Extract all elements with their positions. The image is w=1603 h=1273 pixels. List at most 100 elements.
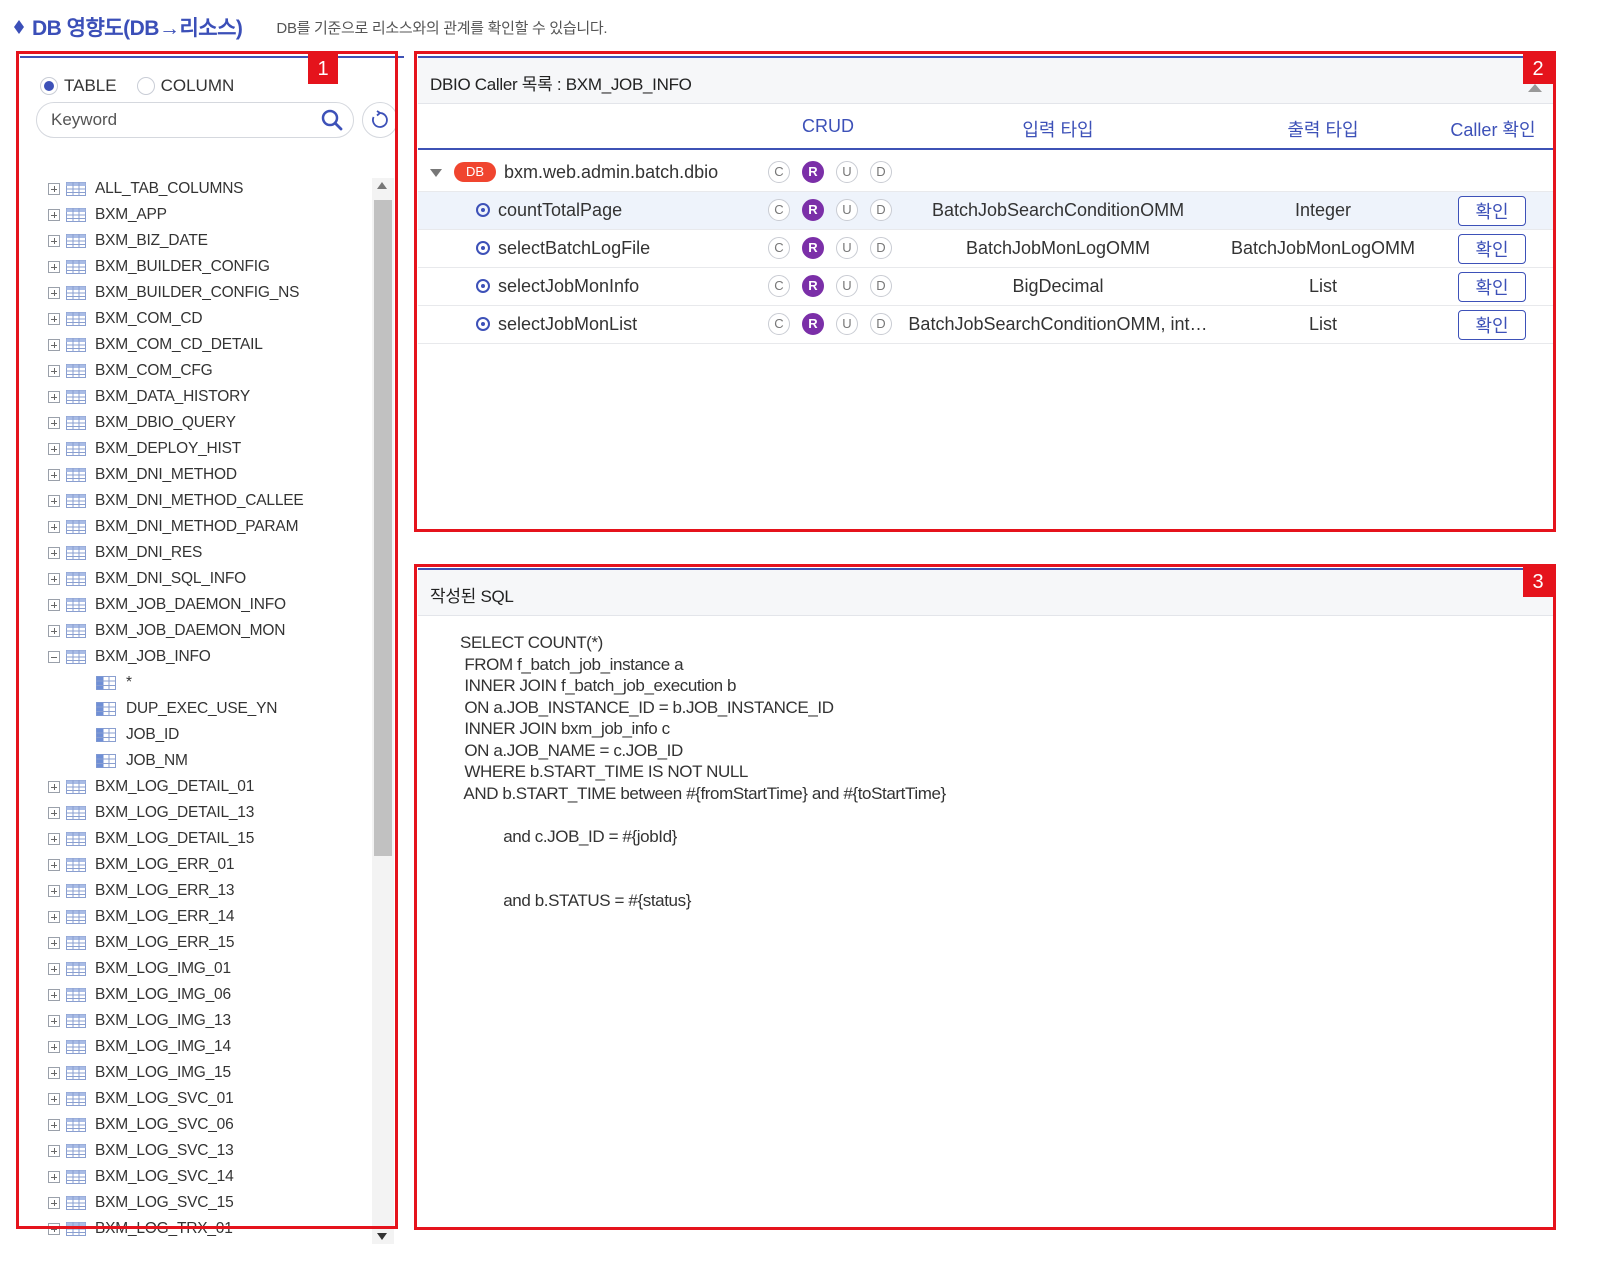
tree-item-table[interactable]: BXM_BUILDER_CONFIG [48, 254, 270, 280]
tree-item-table[interactable]: BXM_LOG_IMG_14 [48, 1034, 231, 1060]
tree-item-table[interactable]: BXM_LOG_SVC_14 [48, 1164, 234, 1190]
tree-item-table[interactable]: BXM_DNI_SQL_INFO [48, 566, 246, 592]
expand-icon[interactable] [48, 859, 60, 871]
radio-column[interactable] [136, 77, 155, 95]
search-icon[interactable] [321, 109, 343, 131]
expand-icon[interactable] [48, 1223, 60, 1235]
refresh-button[interactable] [362, 102, 398, 138]
tree-item-table[interactable]: BXM_LOG_SVC_15 [48, 1190, 234, 1216]
tree-item-table[interactable]: BXM_LOG_IMG_15 [48, 1060, 231, 1086]
expand-icon[interactable] [48, 625, 60, 637]
expand-icon[interactable] [48, 183, 60, 195]
radio-column-label[interactable]: COLUMN [161, 76, 235, 96]
tree-item-table[interactable]: BXM_DBIO_QUERY [48, 410, 236, 436]
tree-item-table[interactable]: BXM_LOG_SVC_01 [48, 1086, 234, 1112]
tree-item-table[interactable]: BXM_DEPLOY_HIST [48, 436, 241, 462]
caller-row[interactable]: selectJobMonList C R U D BatchJobSearchCondit… [418, 306, 1554, 344]
expand-icon[interactable] [48, 287, 60, 299]
radio-table[interactable] [40, 77, 58, 95]
caller-confirm-button[interactable]: 확인 [1458, 196, 1526, 226]
tree-item-table[interactable]: BXM_JOB_INFO [48, 644, 211, 670]
expand-icon[interactable] [48, 365, 60, 377]
expand-icon[interactable] [48, 963, 60, 975]
caller-confirm-button[interactable]: 확인 [1458, 234, 1526, 264]
tree-item-table[interactable]: BXM_LOG_SVC_06 [48, 1112, 234, 1138]
tree-item-column[interactable]: * [96, 670, 132, 696]
tree-item-table[interactable]: BXM_LOG_ERR_15 [48, 930, 235, 956]
scroll-up-arrow-icon[interactable] [377, 182, 387, 189]
expand-icon[interactable] [48, 885, 60, 897]
tree-item-table[interactable]: BXM_BUILDER_CONFIG_NS [48, 280, 299, 306]
expand-icon[interactable] [48, 1145, 60, 1157]
tree-item-table[interactable]: BXM_LOG_IMG_13 [48, 1008, 231, 1034]
caret-down-icon[interactable] [430, 169, 442, 177]
collapse-icon[interactable] [48, 651, 60, 663]
scroll-down-arrow-icon[interactable] [377, 1233, 387, 1240]
expand-icon[interactable] [48, 313, 60, 325]
tree-item-table[interactable]: BXM_LOG_IMG_06 [48, 982, 231, 1008]
expand-icon[interactable] [48, 339, 60, 351]
tree-item-table[interactable]: BXM_LOG_SVC_13 [48, 1138, 234, 1164]
tree-item-table[interactable]: BXM_LOG_DETAIL_01 [48, 774, 254, 800]
tree-item-table[interactable]: BXM_LOG_ERR_13 [48, 878, 235, 904]
expand-icon[interactable] [48, 235, 60, 247]
expand-icon[interactable] [48, 1041, 60, 1053]
tree-item-table[interactable]: BXM_DNI_METHOD_CALLEE [48, 488, 304, 514]
expand-icon[interactable] [48, 1119, 60, 1131]
tree-item-table[interactable]: BXM_DNI_METHOD [48, 462, 237, 488]
tree-item-table[interactable]: BXM_DNI_RES [48, 540, 202, 566]
group-row[interactable]: DB bxm.web.admin.batch.dbio C R U D [418, 154, 1554, 192]
expand-icon[interactable] [48, 1197, 60, 1209]
tree-item-table[interactable]: BXM_LOG_DETAIL_15 [48, 826, 254, 852]
tree-item-table[interactable]: BXM_LOG_IMG_01 [48, 956, 231, 982]
expand-icon[interactable] [48, 989, 60, 1001]
expand-icon[interactable] [48, 1067, 60, 1079]
tree-item-table[interactable]: BXM_DATA_HISTORY [48, 384, 250, 410]
tree-item-table[interactable]: BXM_LOG_ERR_14 [48, 904, 235, 930]
tree-item-table[interactable]: BXM_LOG_ERR_01 [48, 852, 235, 878]
expand-icon[interactable] [48, 469, 60, 481]
caller-row[interactable]: countTotalPage C R U D BatchJobSearchConditio… [418, 192, 1554, 230]
caller-row[interactable]: selectBatchLogFile C R U D BatchJobMonLogOMM B… [418, 230, 1554, 268]
search-input[interactable] [51, 103, 301, 137]
expand-icon[interactable] [48, 937, 60, 949]
tree-item-table[interactable]: BXM_BIZ_DATE [48, 228, 208, 254]
expand-icon[interactable] [48, 391, 60, 403]
scroll-thumb[interactable] [374, 200, 392, 856]
scroll-up-arrow-icon[interactable] [1528, 84, 1542, 92]
tree-item-column[interactable]: JOB_ID [96, 722, 179, 748]
expand-icon[interactable] [48, 547, 60, 559]
expand-icon[interactable] [48, 417, 60, 429]
expand-icon[interactable] [48, 1171, 60, 1183]
expand-icon[interactable] [48, 261, 60, 273]
tree-item-table[interactable]: BXM_COM_CD [48, 306, 203, 332]
tree-item-column[interactable]: JOB_NM [96, 748, 188, 774]
expand-icon[interactable] [48, 521, 60, 533]
tree-item-table[interactable]: BXM_DNI_METHOD_PARAM [48, 514, 298, 540]
tree-item-table[interactable]: BXM_LOG_DETAIL_13 [48, 800, 254, 826]
expand-icon[interactable] [48, 911, 60, 923]
tree-item-table[interactable]: BXM_JOB_DAEMON_INFO [48, 592, 286, 618]
expand-icon[interactable] [48, 781, 60, 793]
tree-item-table[interactable]: BXM_JOB_DAEMON_MON [48, 618, 285, 644]
expand-icon[interactable] [48, 573, 60, 585]
expand-icon[interactable] [48, 495, 60, 507]
expand-icon[interactable] [48, 443, 60, 455]
radio-table-label[interactable]: TABLE [64, 76, 117, 96]
caller-confirm-button[interactable]: 확인 [1458, 310, 1526, 340]
caller-confirm-button[interactable]: 확인 [1458, 272, 1526, 302]
expand-icon[interactable] [48, 807, 60, 819]
expand-icon[interactable] [48, 1093, 60, 1105]
expand-icon[interactable] [48, 1015, 60, 1027]
tree-item-column[interactable]: DUP_EXEC_USE_YN [96, 696, 277, 722]
expand-icon[interactable] [48, 209, 60, 221]
expand-icon[interactable] [48, 599, 60, 611]
tree-item-table[interactable]: BXM_LOG_TRX_01 [48, 1216, 233, 1236]
tree-scrollbar[interactable] [372, 178, 394, 1244]
caller-row[interactable]: selectJobMonInfo C R U D BigDecimal List 확인 [418, 268, 1554, 306]
tree-item-table[interactable]: BXM_COM_CFG [48, 358, 213, 384]
tree-item-table[interactable]: ALL_TAB_COLUMNS [48, 176, 244, 202]
expand-icon[interactable] [48, 833, 60, 845]
tree-item-table[interactable]: BXM_COM_CD_DETAIL [48, 332, 263, 358]
tree-item-table[interactable]: BXM_APP [48, 202, 167, 228]
